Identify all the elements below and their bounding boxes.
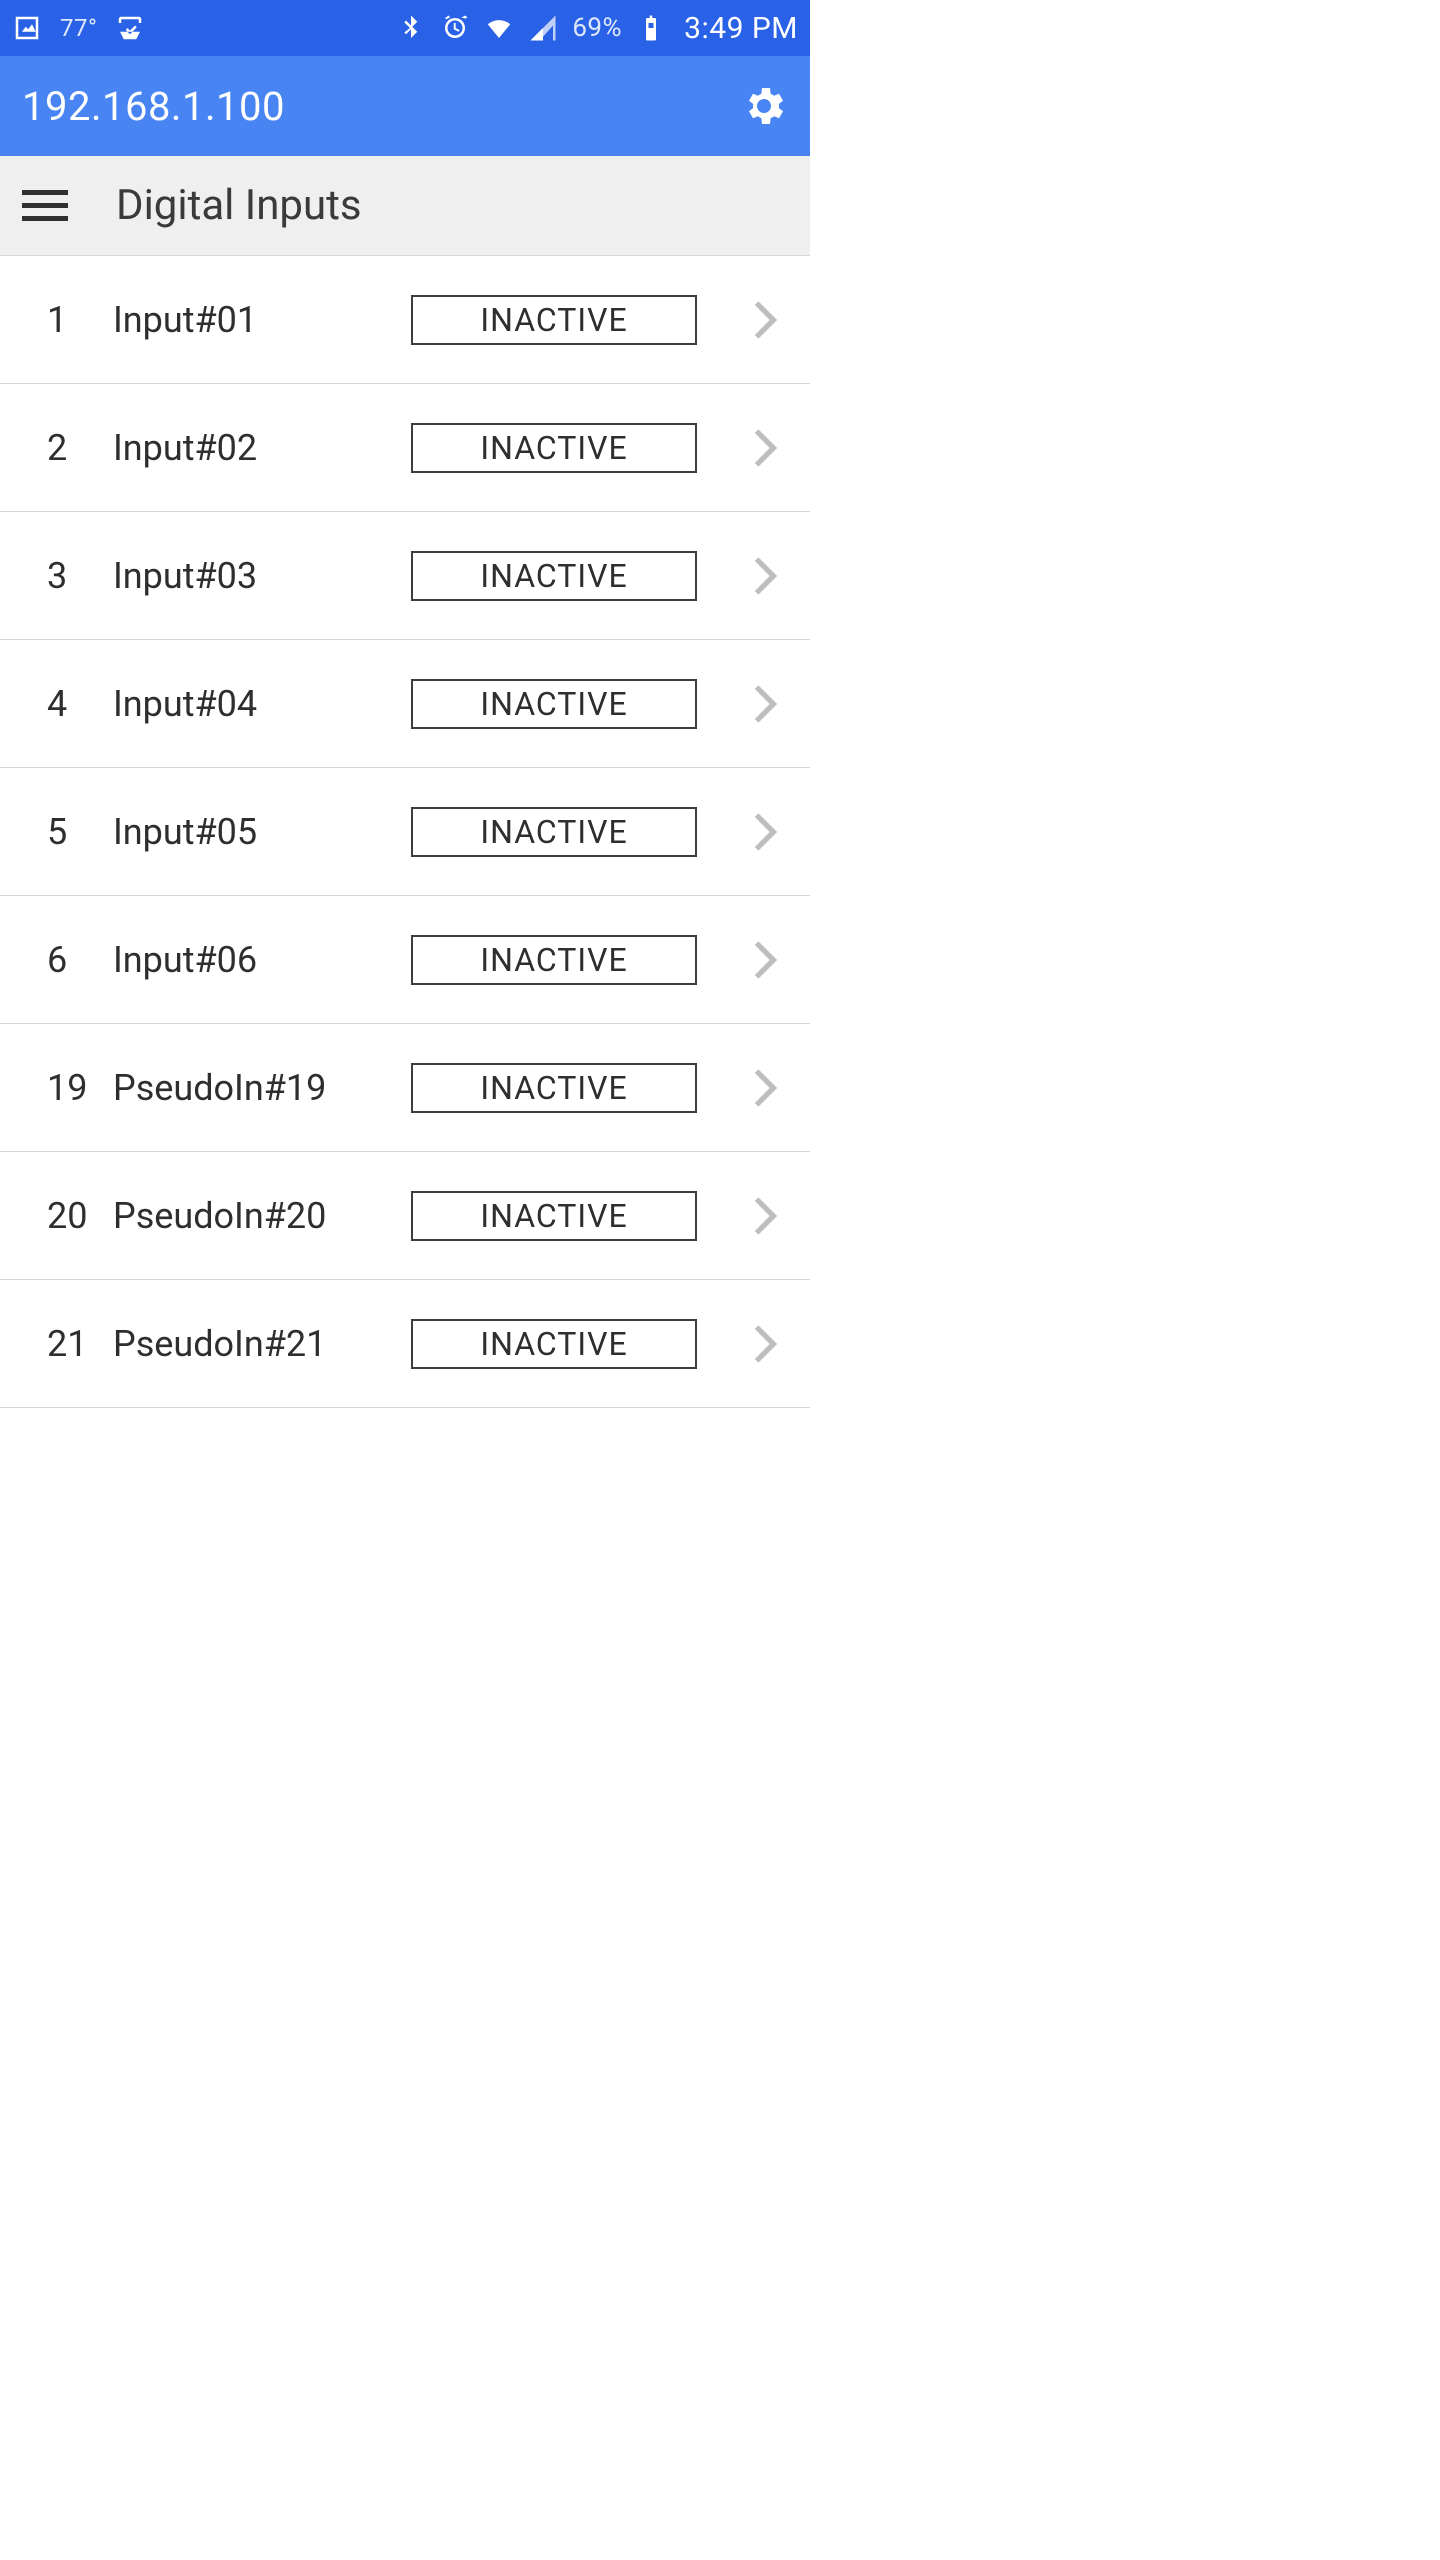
row-name: Input#03 [113,555,411,597]
input-row[interactable]: 4 Input#04 INACTIVE [0,640,810,768]
download-done-icon [115,13,145,43]
row-name: PseudoIn#19 [113,1067,411,1109]
chevron-right-icon [752,299,786,341]
row-status: INACTIVE [411,295,697,345]
row-number: 2 [47,427,113,469]
input-row[interactable]: 2 Input#02 INACTIVE [0,384,810,512]
section-bar: Digital Inputs [0,156,810,256]
status-bar: 77° 69% 3:49 PM [0,0,810,56]
row-name: Input#04 [113,683,411,725]
row-name: PseudoIn#20 [113,1195,411,1237]
input-row[interactable]: 19 PseudoIn#19 INACTIVE [0,1024,810,1152]
row-status: INACTIVE [411,1063,697,1113]
chevron-right-icon [752,1195,786,1237]
row-status: INACTIVE [411,935,697,985]
row-status: INACTIVE [411,423,697,473]
row-status: INACTIVE [411,1319,697,1369]
row-status: INACTIVE [411,1191,697,1241]
menu-button[interactable] [22,190,68,221]
clock-time: 3:49 PM [684,11,798,46]
row-name: Input#06 [113,939,411,981]
row-name: Input#05 [113,811,411,853]
row-name: Input#02 [113,427,411,469]
battery-icon [636,13,666,43]
row-name: Input#01 [113,299,411,341]
wifi-icon [484,13,514,43]
row-status: INACTIVE [411,679,697,729]
row-name: PseudoIn#21 [113,1323,411,1365]
input-row[interactable]: 5 Input#05 INACTIVE [0,768,810,896]
chevron-right-icon [752,811,786,853]
chevron-right-icon [752,1067,786,1109]
app-bar: 192.168.1.100 [0,56,810,156]
input-row[interactable]: 6 Input#06 INACTIVE [0,896,810,1024]
chevron-right-icon [752,683,786,725]
row-number: 3 [47,555,113,597]
input-row[interactable]: 20 PseudoIn#20 INACTIVE [0,1152,810,1280]
chevron-right-icon [752,939,786,981]
input-row[interactable]: 3 Input#03 INACTIVE [0,512,810,640]
input-list: 1 Input#01 INACTIVE 2 Input#02 INACTIVE … [0,256,810,1408]
temperature-value: 77° [60,14,97,42]
gear-icon [740,82,788,130]
row-number: 21 [47,1323,113,1365]
row-number: 4 [47,683,113,725]
settings-button[interactable] [740,82,788,130]
alarm-icon [440,13,470,43]
input-row[interactable]: 21 PseudoIn#21 INACTIVE [0,1280,810,1408]
chevron-right-icon [752,1323,786,1365]
bluetooth-icon [396,13,426,43]
row-number: 19 [47,1067,113,1109]
battery-percent: 69% [572,13,622,43]
section-title: Digital Inputs [116,181,362,230]
row-number: 1 [47,299,113,341]
hamburger-icon [22,190,68,195]
chevron-right-icon [752,555,786,597]
image-icon [12,13,42,43]
row-status: INACTIVE [411,551,697,601]
row-number: 20 [47,1195,113,1237]
row-number: 5 [47,811,113,853]
input-row[interactable]: 1 Input#01 INACTIVE [0,256,810,384]
signal-icon [528,13,558,43]
chevron-right-icon [752,427,786,469]
row-number: 6 [47,939,113,981]
app-title: 192.168.1.100 [22,83,285,130]
row-status: INACTIVE [411,807,697,857]
